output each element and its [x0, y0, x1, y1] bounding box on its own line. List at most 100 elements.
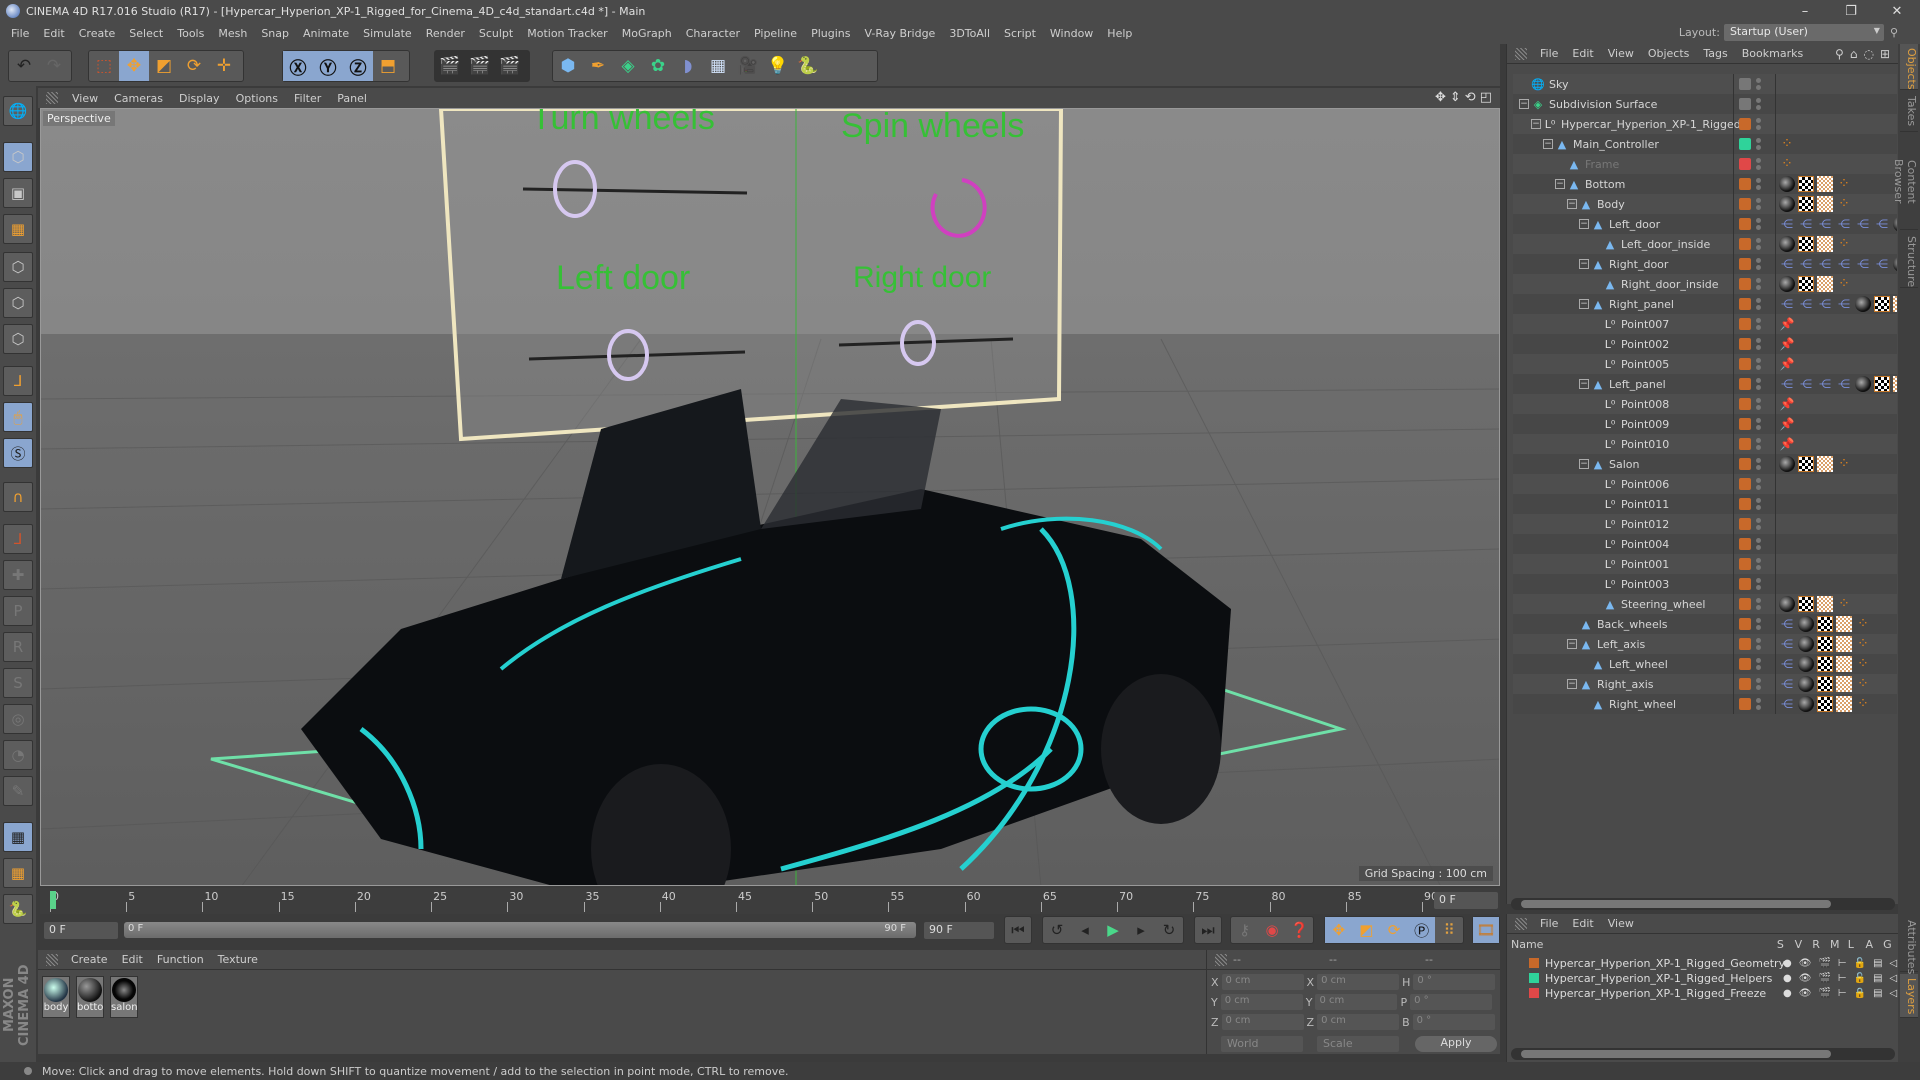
object-name[interactable]: Point009 [1621, 418, 1669, 431]
uvw-tag-icon[interactable] [1836, 696, 1852, 712]
tab-content-browser[interactable]: Content Browser [1892, 134, 1918, 230]
object-row[interactable]: L⁰ Point006 [1513, 474, 1897, 494]
material-tag-icon[interactable] [1779, 236, 1795, 252]
material-swatch[interactable]: salon [110, 976, 138, 1018]
python-icon[interactable]: 🐍 [793, 51, 823, 81]
xpresso-tag-icon[interactable]: ⁘ [1855, 676, 1871, 692]
workplane-align-icon[interactable]: ▦ [3, 858, 33, 888]
ik-tag-icon[interactable]: ⋲ [1874, 216, 1890, 232]
ik-tag-icon[interactable]: ⋲ [1798, 376, 1814, 392]
frame-range-slider[interactable]: 0 F 90 F [124, 922, 916, 938]
object-row[interactable]: ▲ Frame ⁘ [1513, 154, 1897, 174]
generators-toggle-icon[interactable]: ◁ [1890, 973, 1898, 984]
object-name[interactable]: Point004 [1621, 538, 1669, 551]
new-panel-icon[interactable]: ⊞ [1880, 47, 1890, 61]
playhead[interactable] [50, 891, 56, 909]
ik-tag-icon[interactable]: ⋲ [1855, 216, 1871, 232]
ik-tag-icon[interactable]: ⋲ [1817, 256, 1833, 272]
object-row[interactable]: ▲ Left_door_inside ⁘ [1513, 234, 1897, 254]
ik-tag-icon[interactable]: ⋲ [1836, 216, 1852, 232]
menu-character[interactable]: Character [679, 27, 747, 40]
object-name[interactable]: Left_door [1609, 218, 1660, 231]
lock-toggle-icon[interactable]: 🔒 [1854, 988, 1866, 999]
object-name[interactable]: Back_wheels [1597, 618, 1668, 631]
ik-tag-icon[interactable]: ⋲ [1874, 256, 1890, 272]
layer-color-swatch[interactable] [1739, 318, 1751, 330]
checker-tag-icon[interactable] [1798, 456, 1814, 472]
visibility-dots[interactable] [1756, 498, 1761, 510]
locked-workplane-icon[interactable]: ⅃ [3, 524, 33, 554]
visibility-dots[interactable] [1756, 178, 1761, 190]
position-x-field[interactable]: 0 cm [1221, 974, 1304, 990]
object-name[interactable]: Subdivision Surface [1549, 98, 1657, 111]
y-axis-lock-icon[interactable]: Ⓨ [313, 51, 343, 81]
layer-row[interactable]: Hypercar_Hyperion_XP-1_Rigged_Geometry ● 👁… [1511, 956, 1897, 970]
ik-tag-icon[interactable]: ⋲ [1798, 296, 1814, 312]
visibility-dots[interactable] [1756, 298, 1761, 310]
menu-render[interactable]: Render [419, 27, 472, 40]
menu-animate[interactable]: Animate [296, 27, 356, 40]
animation-toggle-icon[interactable]: ▤ [1873, 958, 1882, 969]
visibility-dots[interactable] [1756, 458, 1761, 470]
rotation-p-field[interactable]: 0 ° [1410, 994, 1493, 1010]
pin-psr-icon[interactable]: S [3, 668, 33, 698]
object-name[interactable]: Right_axis [1597, 678, 1654, 691]
ik-tag-icon[interactable]: ⋲ [1817, 296, 1833, 312]
uvw-tag-icon[interactable] [1893, 376, 1897, 392]
material-tag-icon[interactable] [1798, 636, 1814, 652]
3d-viewport[interactable]: Perspective Turn wheels Spin wheels Left… [40, 108, 1500, 886]
uvw-tag-icon[interactable] [1836, 676, 1852, 692]
expand-toggle-icon[interactable]: − [1579, 259, 1589, 269]
object-row[interactable]: L⁰ Point007 📌 [1513, 314, 1897, 334]
position-z-field[interactable]: 0 cm [1221, 1014, 1304, 1030]
xpresso-tag-icon[interactable]: ⁘ [1779, 156, 1795, 172]
material-tag-icon[interactable] [1855, 296, 1871, 312]
object-row[interactable]: − ▲ Left_door ⋲ ⋲ ⋲ ⋲ ⋲ ⋲ [1513, 214, 1897, 234]
checker-tag-icon[interactable] [1874, 376, 1890, 392]
x-axis-lock-icon[interactable]: Ⓧ [283, 51, 313, 81]
xpresso-tag-icon[interactable]: ⁘ [1855, 636, 1871, 652]
tab-layers[interactable]: Layers [1900, 974, 1918, 1018]
layer-color-swatch[interactable] [1739, 518, 1751, 530]
visibility-dots[interactable] [1756, 98, 1761, 110]
visibility-dots[interactable] [1756, 578, 1761, 590]
xpresso-tag-icon[interactable]: ⁘ [1836, 456, 1852, 472]
object-row[interactable]: − ▲ Bottom ⁘ [1513, 174, 1897, 194]
go-to-end-icon[interactable]: ⏭ [1195, 917, 1221, 943]
xpresso-tag-icon[interactable]: ⁘ [1779, 136, 1795, 152]
panel-grip-icon[interactable] [46, 92, 58, 104]
panel-grip-icon[interactable] [1515, 917, 1527, 930]
object-name[interactable]: Salon [1609, 458, 1639, 471]
layer-color-swatch[interactable] [1739, 458, 1751, 470]
layer-color-swatch[interactable] [1529, 958, 1539, 968]
material-menu-edit[interactable]: Edit [115, 953, 150, 966]
checker-tag-icon[interactable] [1817, 676, 1833, 692]
object-name[interactable]: Frame [1585, 158, 1619, 171]
object-row[interactable]: − ▲ Left_axis ⋲ ⁘ [1513, 634, 1897, 654]
go-to-start-icon[interactable]: ⏮ [1005, 917, 1031, 943]
uvw-tag-icon[interactable] [1817, 276, 1833, 292]
make-editable-icon[interactable]: 🌐 [3, 96, 33, 126]
tab-attributes[interactable]: Attributes [1900, 916, 1918, 974]
pin-tag-icon[interactable]: 📌 [1779, 316, 1795, 332]
checker-tag-icon[interactable] [1798, 236, 1814, 252]
key-scale-icon[interactable]: ◩ [1352, 917, 1381, 943]
layers-menu-view[interactable]: View [1601, 917, 1641, 930]
solo-toggle-icon[interactable]: ● [1783, 988, 1792, 999]
visibility-dots[interactable] [1756, 698, 1761, 710]
ik-tag-icon[interactable]: ⋲ [1779, 256, 1795, 272]
rotation-h-field[interactable]: 0 ° [1413, 974, 1496, 990]
subdivision-surface-icon[interactable]: ◈ [613, 51, 643, 81]
layer-color-swatch[interactable] [1529, 973, 1539, 983]
render-picture-viewer-icon[interactable]: 🎬 [465, 51, 495, 81]
object-name[interactable]: Right_door [1609, 258, 1668, 271]
layer-color-swatch[interactable] [1739, 258, 1751, 270]
xpresso-tag-icon[interactable]: ⁘ [1836, 596, 1852, 612]
xpresso-tag-icon[interactable]: ⁘ [1836, 236, 1852, 252]
ik-tag-icon[interactable]: ⋲ [1779, 656, 1795, 672]
layer-color-swatch[interactable] [1739, 78, 1751, 90]
ik-tag-icon[interactable]: ⋲ [1798, 216, 1814, 232]
move-tool-icon[interactable]: ✥ [119, 51, 149, 81]
material-swatch[interactable]: body [42, 976, 70, 1018]
cube-icon[interactable]: ⬢ [553, 51, 583, 81]
